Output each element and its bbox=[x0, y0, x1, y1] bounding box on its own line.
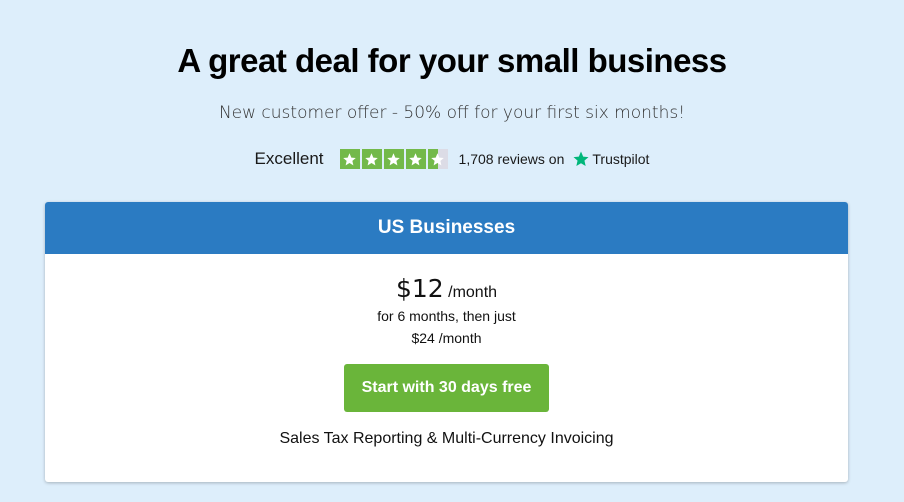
star-icon bbox=[405, 149, 426, 169]
trustpilot-brand: Trustpilot bbox=[592, 151, 650, 167]
plan-header: US Businesses bbox=[45, 202, 848, 254]
rating-label: Excellent bbox=[254, 149, 324, 168]
star-icon bbox=[383, 149, 404, 169]
price-amount: $12 bbox=[395, 274, 444, 303]
star-rating bbox=[339, 149, 448, 169]
star-icon bbox=[361, 149, 382, 169]
star-icon bbox=[339, 149, 360, 169]
pricing-card: US Businesses $12 /month for 6 months, t… bbox=[45, 202, 848, 482]
regular-price: $24 /month bbox=[411, 330, 482, 346]
intro-period-note: for 6 months, then just bbox=[377, 308, 516, 324]
price-unit: /month bbox=[448, 284, 498, 301]
price: $12 /month bbox=[45, 274, 848, 303]
plan-features: Sales Tax Reporting & Multi-Currency Inv… bbox=[279, 430, 614, 447]
start-trial-button[interactable]: Start with 30 days free bbox=[344, 364, 549, 412]
trustpilot-star-icon bbox=[573, 151, 589, 166]
review-count: 1,708 reviews on bbox=[458, 151, 565, 167]
offer-subtitle: New customer offer - 50% off for your fi… bbox=[218, 103, 686, 123]
half-star-icon bbox=[427, 149, 448, 169]
page-title: A great deal for your small business bbox=[177, 42, 727, 79]
trustpilot-logo[interactable]: Trustpilot bbox=[572, 150, 649, 168]
trustpilot-widget[interactable]: Excellent 1,708 reviews on Trustpilot bbox=[0, 146, 904, 172]
